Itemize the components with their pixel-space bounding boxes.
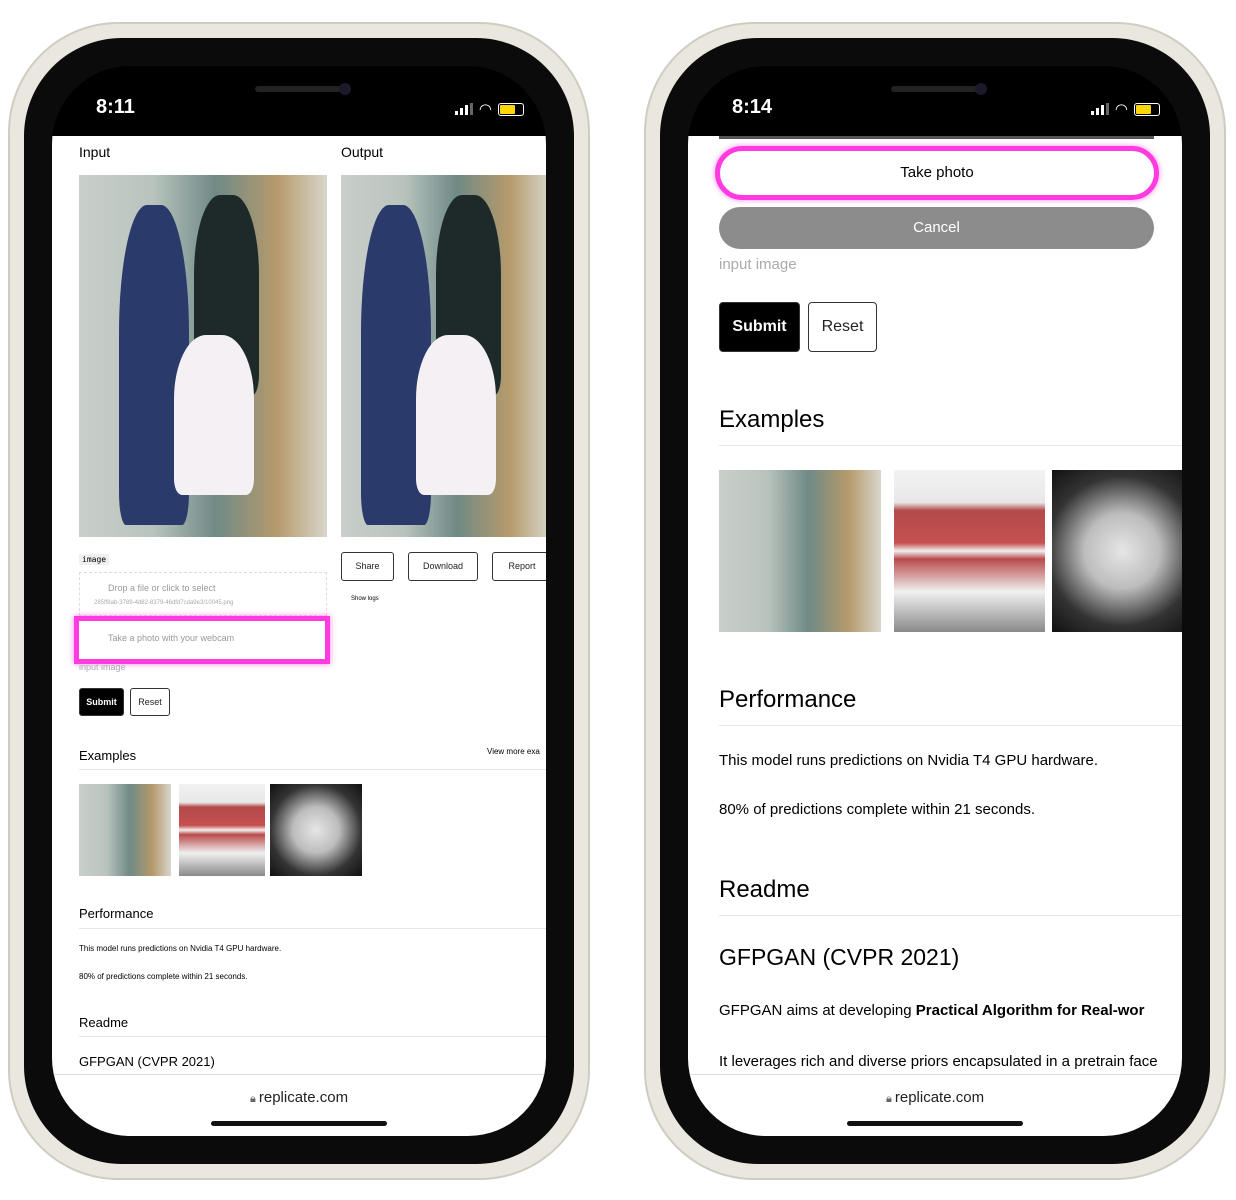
- perf-text-1: This model runs predictions on Nvidia T4…: [79, 944, 282, 953]
- output-photo: [341, 175, 546, 537]
- clock: 8:11: [96, 96, 135, 118]
- readme-heading: Readme: [79, 1015, 129, 1030]
- web-content: Input Output image Drop a file or click …: [52, 136, 546, 1074]
- input-image-label: input image: [719, 256, 797, 273]
- input-label: Input: [79, 144, 111, 160]
- reset-button[interactable]: Reset: [130, 688, 170, 716]
- submit-button[interactable]: Submit: [79, 688, 124, 716]
- cancel-button[interactable]: Cancel: [719, 207, 1154, 249]
- output-label: Output: [341, 144, 384, 160]
- performance-heading: Performance: [79, 906, 154, 921]
- perf-text-1: This model runs predictions on Nvidia T4…: [719, 752, 1099, 769]
- report-button[interactable]: Report: [492, 552, 546, 581]
- clock: 8:14: [732, 96, 773, 118]
- readme-paragraph-1: GFPGAN aims at developing Practical Algo…: [719, 1002, 1145, 1019]
- examples-heading: Examples: [719, 406, 825, 433]
- address-bar[interactable]: 🔒︎ replicate.com: [52, 1074, 546, 1136]
- phone-right: 8:14 ◠ Take photo Cancel input image Sub…: [644, 22, 1226, 1180]
- battery-icon: [498, 102, 524, 116]
- battery-icon: [1134, 102, 1160, 116]
- performance-heading: Performance: [719, 686, 857, 713]
- lock-icon: 🔒︎: [885, 1093, 895, 1105]
- input-photo: [79, 175, 327, 537]
- file-dropzone[interactable]: Drop a file or click to select 285ff8ab-…: [79, 572, 327, 616]
- lock-icon: 🔒︎: [249, 1093, 259, 1105]
- webcam-button[interactable]: Take a photo with your webcam: [82, 624, 322, 654]
- phone-left: 8:11 ◠ Input Output image Drop a file or…: [8, 22, 590, 1180]
- url-text: replicate.com: [894, 1089, 985, 1106]
- home-indicator: [211, 1121, 387, 1126]
- submit-button[interactable]: Submit: [719, 302, 800, 352]
- home-indicator: [847, 1121, 1023, 1126]
- readme-heading: Readme: [719, 876, 810, 903]
- gfpgan-heading: GFPGAN (CVPR 2021): [719, 944, 960, 970]
- perf-text-2: 80% of predictions complete within 21 se…: [79, 972, 248, 981]
- address-bar[interactable]: 🔒︎ replicate.com: [688, 1074, 1182, 1136]
- example-thumb-1[interactable]: [719, 470, 881, 632]
- status-bar: 8:14 ◠: [688, 66, 1182, 136]
- camera: [339, 83, 351, 95]
- speaker: [255, 86, 343, 92]
- wifi-icon: ◠: [1114, 101, 1128, 118]
- perf-text-2: 80% of predictions complete within 21 se…: [719, 801, 1036, 818]
- field-tag: image: [79, 554, 110, 565]
- example-thumb-2[interactable]: [894, 470, 1045, 632]
- status-bar: 8:11 ◠: [52, 66, 546, 136]
- show-logs-link[interactable]: Show logs: [351, 596, 379, 602]
- example-thumb-3[interactable]: [1052, 470, 1182, 632]
- url-text: replicate.com: [258, 1089, 349, 1106]
- download-button[interactable]: Download: [408, 552, 478, 581]
- view-more-link[interactable]: View more exa: [487, 747, 540, 756]
- speaker: [891, 86, 979, 92]
- wifi-icon: ◠: [478, 101, 492, 118]
- share-button[interactable]: Share: [341, 552, 394, 581]
- camera: [975, 83, 987, 95]
- take-photo-button[interactable]: Take photo: [722, 153, 1152, 193]
- reset-button[interactable]: Reset: [808, 302, 877, 352]
- readme-paragraph-2: It leverages rich and diverse priors enc…: [719, 1053, 1158, 1070]
- paper-link[interactable]: Practical Algorithm for Real-wor: [916, 1002, 1145, 1019]
- signal-icon: [454, 103, 473, 115]
- example-thumb-1[interactable]: [79, 784, 171, 876]
- example-thumb-3[interactable]: [270, 784, 362, 876]
- gfpgan-heading: GFPGAN (CVPR 2021): [79, 1054, 215, 1069]
- input-image-label: input image: [79, 662, 126, 672]
- example-thumb-2[interactable]: [179, 784, 265, 876]
- web-content: Take photo Cancel input image Submit Res…: [688, 136, 1182, 1074]
- signal-icon: [1090, 103, 1109, 115]
- examples-heading: Examples: [79, 748, 137, 763]
